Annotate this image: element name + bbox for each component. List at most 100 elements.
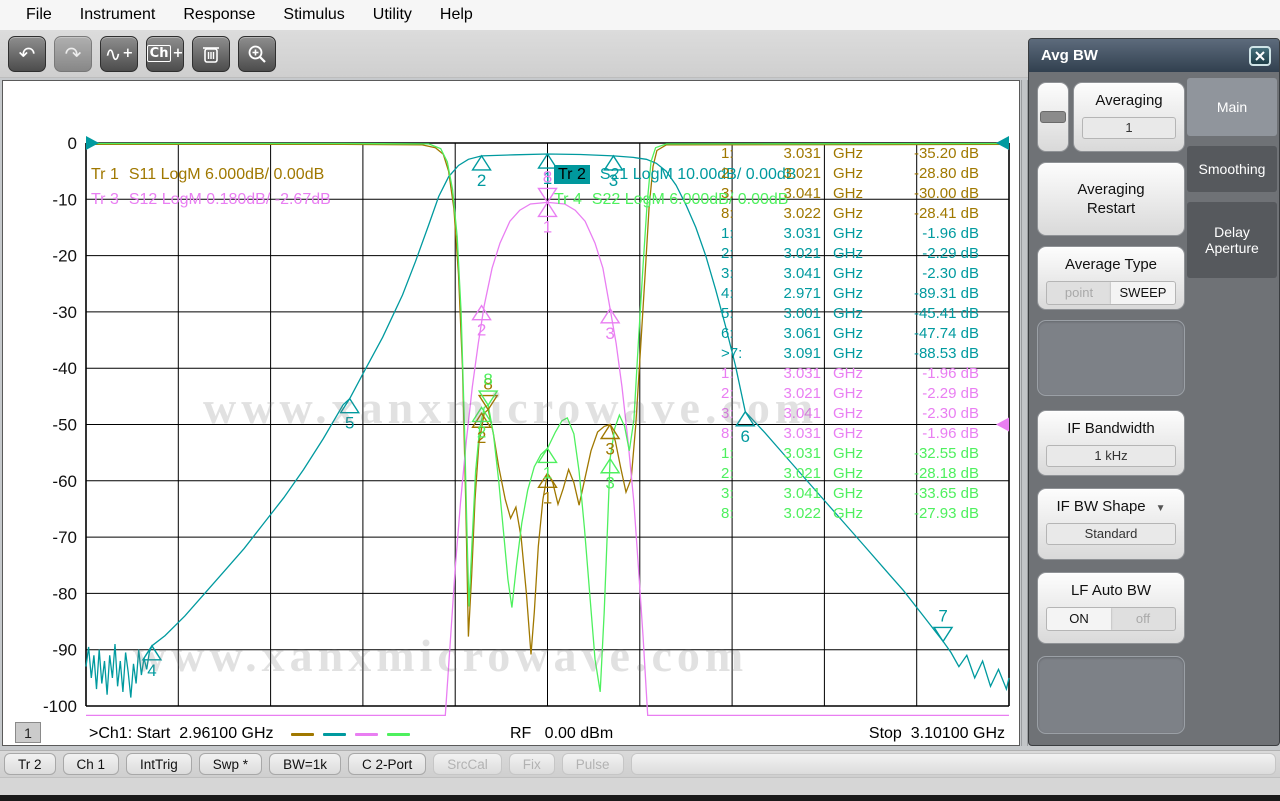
svg-text:-80: -80 bbox=[52, 584, 77, 603]
trace-3-id: Tr 3 bbox=[91, 191, 119, 208]
averaging-restart-button[interactable]: Averaging Restart bbox=[1037, 162, 1185, 236]
add-trace-icon: ∿ bbox=[104, 41, 122, 66]
average-type-button[interactable]: Average Type point SWEEP bbox=[1037, 246, 1185, 310]
lf-auto-bw-toggle[interactable]: ON off bbox=[1046, 607, 1176, 631]
legend-dash-tr3 bbox=[355, 733, 378, 736]
marker-table-row: 3: 3.041 GHz -30.00 dB bbox=[721, 185, 979, 202]
average-type-label: Average Type bbox=[1064, 256, 1157, 273]
svg-text:-10: -10 bbox=[52, 190, 77, 209]
marker-table-row: >7: 3.091 GHz -88.53 dB bbox=[721, 345, 979, 362]
menu-instrument[interactable]: Instrument bbox=[66, 2, 170, 28]
undo-icon: ↶ bbox=[18, 41, 36, 66]
status-srccal[interactable]: SrcCal bbox=[433, 753, 502, 775]
delete-button[interactable] bbox=[192, 35, 230, 72]
if-bandwidth-button[interactable]: IF Bandwidth 1 kHz bbox=[1037, 410, 1185, 476]
menu-file[interactable]: File bbox=[12, 2, 66, 28]
average-type-point[interactable]: point bbox=[1047, 282, 1111, 304]
svg-text:3: 3 bbox=[605, 440, 614, 459]
trace-3-label: S12 LogM 0.180dB/ -2.67dB bbox=[128, 191, 331, 208]
status-bandwidth[interactable]: BW=1k bbox=[269, 753, 341, 775]
svg-text:-40: -40 bbox=[52, 359, 77, 378]
menu-utility[interactable]: Utility bbox=[359, 2, 426, 28]
averaging-value-field[interactable]: 1 bbox=[1082, 117, 1176, 139]
marker-table-row: 2: 3.021 GHz -2.29 dB bbox=[721, 245, 979, 262]
averaging-button[interactable]: Averaging 1 bbox=[1073, 82, 1185, 152]
svg-text:-50: -50 bbox=[52, 416, 77, 435]
marker-table-row: 8: 3.022 GHz -27.93 dB bbox=[721, 505, 979, 522]
svg-text:0: 0 bbox=[68, 134, 77, 153]
marker-readout-table: 1: 3.031 GHz -35.20 dB 2: 3.021 GHz -28.80 dB 3:… bbox=[721, 144, 979, 524]
svg-text:2: 2 bbox=[477, 321, 486, 340]
svg-text:1: 1 bbox=[543, 463, 552, 482]
add-channel-button[interactable]: Ch + bbox=[146, 35, 184, 72]
status-empty-field bbox=[630, 753, 1276, 775]
panel-body: Averaging 1 Averaging Restart Average Ty… bbox=[1029, 72, 1279, 745]
lf-auto-bw-button[interactable]: LF Auto BW ON off bbox=[1037, 572, 1185, 644]
trace-1-header[interactable]: Tr 1 S11 LogM 6.000dB/ 0.00dB bbox=[91, 166, 324, 184]
tab-delay-aperture[interactable]: Delay Aperture bbox=[1187, 202, 1277, 278]
legend-dash-tr4 bbox=[387, 733, 410, 736]
close-icon bbox=[1255, 50, 1265, 61]
dropdown-arrow-icon: ▼ bbox=[1155, 503, 1166, 514]
legend-dash-tr2 bbox=[323, 733, 346, 736]
svg-text:5: 5 bbox=[345, 414, 354, 433]
status-trigger[interactable]: IntTrig bbox=[126, 753, 192, 775]
panel-controls: Averaging 1 Averaging Restart Average Ty… bbox=[1037, 82, 1185, 734]
status-active-channel[interactable]: Ch 1 bbox=[62, 753, 120, 775]
add-trace-button[interactable]: ∿ + bbox=[100, 35, 138, 72]
avg-bw-panel: Avg BW Averaging 1 Averaging Restart Ave… bbox=[1028, 38, 1280, 746]
if-bw-shape-value-field[interactable]: Standard bbox=[1046, 523, 1176, 545]
plot-panel-splitter[interactable] bbox=[1021, 80, 1028, 746]
redo-icon: ↷ bbox=[64, 41, 82, 66]
tab-main[interactable]: Main bbox=[1187, 78, 1277, 136]
averaging-indicator-icon bbox=[1040, 111, 1066, 123]
zoom-button[interactable] bbox=[238, 35, 276, 72]
svg-text:1: 1 bbox=[543, 488, 552, 507]
svg-text:2: 2 bbox=[477, 171, 486, 190]
redo-button[interactable]: ↷ bbox=[54, 35, 92, 72]
trace-3-header[interactable]: Tr 3 S12 LogM 0.180dB/ -2.67dB bbox=[91, 191, 331, 209]
tab-smoothing[interactable]: Smoothing bbox=[1187, 146, 1277, 192]
panel-title-bar: Avg BW bbox=[1029, 39, 1279, 72]
marker-table-row: 5: 3.001 GHz -45.41 dB bbox=[721, 305, 979, 322]
menu-response[interactable]: Response bbox=[169, 2, 269, 28]
stop-frequency: Stop 3.10100 GHz bbox=[868, 725, 1005, 742]
average-type-sweep[interactable]: SWEEP bbox=[1111, 282, 1175, 304]
svg-text:8: 8 bbox=[483, 370, 492, 389]
svg-text:4: 4 bbox=[147, 661, 156, 680]
if-bandwidth-value-field[interactable]: 1 kHz bbox=[1046, 445, 1176, 467]
status-fix[interactable]: Fix bbox=[508, 753, 555, 775]
menu-stimulus[interactable]: Stimulus bbox=[269, 2, 358, 28]
status-pulse[interactable]: Pulse bbox=[561, 753, 624, 775]
trace-1-label: S11 LogM 6.000dB/ 0.00dB bbox=[128, 166, 325, 183]
panel-close-button[interactable] bbox=[1249, 45, 1271, 66]
average-type-toggle[interactable]: point SWEEP bbox=[1046, 281, 1176, 305]
svg-text:-70: -70 bbox=[52, 528, 77, 547]
marker-table-row: 8: 3.022 GHz -28.41 dB bbox=[721, 205, 979, 222]
averaging-label: Averaging bbox=[1095, 92, 1163, 109]
averaging-enable-button[interactable] bbox=[1037, 82, 1069, 152]
status-bar: Tr 2 Ch 1 IntTrig Swp * BW=1k C 2-Port S… bbox=[0, 750, 1280, 777]
blank-softkey-1 bbox=[1037, 320, 1185, 396]
svg-text:-20: -20 bbox=[52, 247, 77, 266]
marker-table-row: 1: 3.031 GHz -32.55 dB bbox=[721, 445, 979, 462]
trace-1-id: Tr 1 bbox=[91, 166, 119, 183]
legend-dash-tr1 bbox=[291, 733, 314, 736]
svg-text:-30: -30 bbox=[52, 303, 77, 322]
marker-table-row: 4: 2.971 GHz -89.31 dB bbox=[721, 285, 979, 302]
add-channel-icon: Ch bbox=[146, 45, 172, 62]
status-active-trace[interactable]: Tr 2 bbox=[4, 753, 56, 775]
lf-auto-bw-off[interactable]: off bbox=[1111, 608, 1175, 630]
trash-icon bbox=[203, 46, 219, 63]
svg-text:-60: -60 bbox=[52, 472, 77, 491]
trace-2-id: Tr 2 bbox=[554, 165, 590, 184]
status-sweep[interactable]: Swp * bbox=[198, 753, 263, 775]
channel-number-badge[interactable]: 1 bbox=[15, 722, 41, 743]
lf-auto-bw-on[interactable]: ON bbox=[1047, 608, 1111, 630]
svg-text:8: 8 bbox=[543, 167, 552, 186]
undo-button[interactable]: ↶ bbox=[8, 35, 46, 72]
if-bw-shape-button[interactable]: IF BW Shape ▼ Standard bbox=[1037, 488, 1185, 560]
menu-help[interactable]: Help bbox=[426, 2, 487, 28]
status-cal[interactable]: C 2-Port bbox=[347, 753, 427, 775]
panel-title: Avg BW bbox=[1041, 47, 1098, 64]
